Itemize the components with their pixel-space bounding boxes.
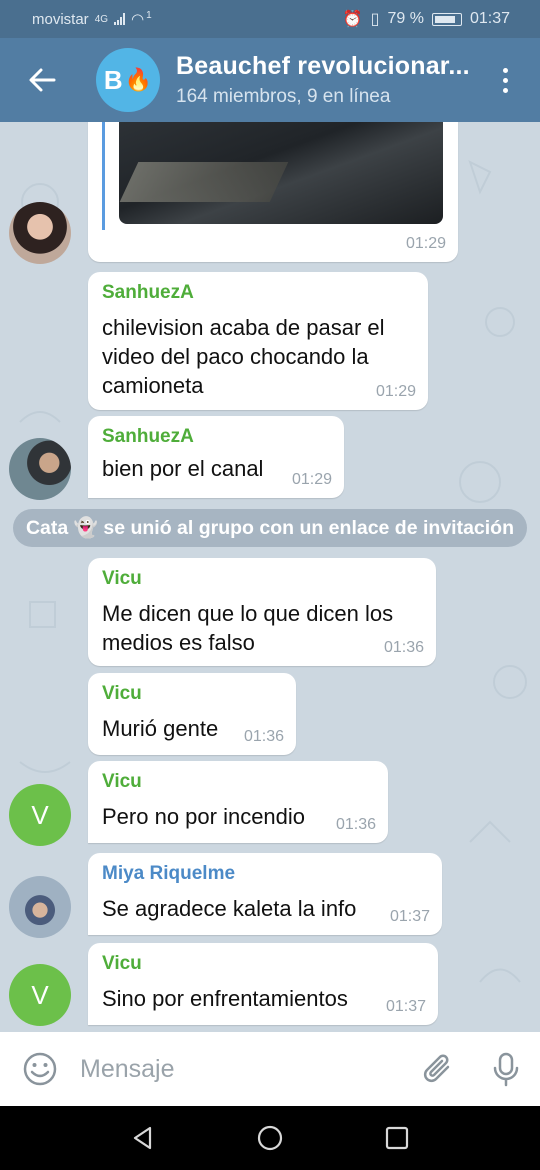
sender-name[interactable]: Vicu bbox=[102, 771, 142, 793]
nav-recents-button[interactable] bbox=[367, 1108, 427, 1168]
video-thumbnail[interactable] bbox=[119, 122, 443, 224]
battery-icon bbox=[431, 12, 462, 26]
chat-header: B 🔥 Beauchef revolucionar... 164 miembro… bbox=[0, 38, 540, 122]
mic-icon bbox=[493, 1052, 519, 1087]
wifi-level: 1 bbox=[146, 9, 152, 21]
sender-avatar-photo-miya[interactable] bbox=[9, 876, 71, 938]
message-time: 01:29 bbox=[291, 471, 332, 488]
attach-icon bbox=[423, 1054, 450, 1083]
nav-back-button[interactable] bbox=[113, 1108, 173, 1168]
sender-name[interactable]: Vicu bbox=[102, 953, 142, 975]
message-time: 01:29 bbox=[375, 383, 416, 400]
nav-recents-icon bbox=[385, 1126, 408, 1150]
sender-avatar-letter[interactable]: V bbox=[9, 964, 71, 1026]
sender-avatar-photo-man[interactable] bbox=[9, 438, 71, 500]
service-message-join: Cata 👻 se unió al grupo con un enlace de… bbox=[13, 509, 527, 547]
emoji-icon bbox=[23, 1052, 57, 1086]
more-options-button[interactable] bbox=[470, 38, 540, 122]
message-time: 01:29 bbox=[405, 235, 446, 252]
system-nav-bar bbox=[0, 1106, 540, 1170]
message-text: Se agradece kaleta la info bbox=[102, 896, 357, 921]
message-text: Pero no por incendio bbox=[102, 804, 306, 829]
message-bubble[interactable]: Vicu Sino por enfrentamientos 01:37 bbox=[88, 943, 438, 1025]
message-input[interactable] bbox=[80, 1044, 404, 1094]
group-avatar-initial: B bbox=[103, 64, 123, 95]
sender-avatar-letter[interactable]: V bbox=[9, 784, 71, 846]
voice-record-button[interactable] bbox=[472, 1032, 540, 1106]
message-bubble[interactable]: Vicu Me dicen que lo que dicen los medio… bbox=[88, 558, 436, 666]
message-time: 01:37 bbox=[389, 908, 430, 925]
message-text: Me dicen que lo que dicen los medios es … bbox=[102, 601, 394, 655]
sender-avatar-photo-woman[interactable] bbox=[9, 202, 71, 264]
group-avatar[interactable]: B 🔥 bbox=[96, 48, 160, 112]
sender-name[interactable]: Vicu bbox=[102, 568, 142, 590]
message-bubble[interactable]: SanhuezA bien por el canal 01:29 bbox=[88, 416, 344, 498]
emoji-button[interactable] bbox=[0, 1032, 80, 1106]
reply-quote-bar bbox=[102, 122, 105, 230]
nav-home-button[interactable] bbox=[240, 1108, 300, 1168]
message-text: bien por el canal bbox=[102, 456, 264, 481]
chat-title: Beauchef revolucionar... bbox=[176, 52, 470, 80]
sender-name[interactable]: Miya Riquelme bbox=[102, 863, 235, 885]
back-arrow-icon bbox=[29, 68, 56, 92]
clock: 01:37 bbox=[469, 10, 510, 27]
message-composer bbox=[0, 1032, 540, 1106]
sender-name[interactable]: Vicu bbox=[102, 683, 142, 705]
message-bubble[interactable]: Miya Riquelme Se agradece kaleta la info… bbox=[88, 853, 442, 935]
wifi-icon: ◠ bbox=[131, 11, 145, 28]
message-bubble[interactable]: Vicu Murió gente 01:36 bbox=[88, 673, 296, 755]
battery-percent: 79 % bbox=[387, 10, 424, 27]
network-type: 4G bbox=[94, 13, 109, 25]
carrier-name: movistar bbox=[32, 10, 89, 28]
chat-title-block[interactable]: Beauchef revolucionar... 164 miembros, 9… bbox=[176, 52, 470, 108]
chat-subtitle: 164 miembros, 9 en línea bbox=[176, 86, 391, 107]
sender-name[interactable]: SanhuezA bbox=[102, 426, 194, 448]
group-avatar-emoji: 🔥 bbox=[124, 67, 153, 92]
alarm-icon: ⏰ bbox=[342, 11, 363, 28]
nav-back-icon bbox=[134, 1126, 152, 1150]
more-vert-icon bbox=[502, 67, 508, 93]
message-text: Murió gente bbox=[102, 716, 219, 741]
attach-button[interactable] bbox=[404, 1032, 472, 1106]
status-left: movistar 4G ◠ 1 bbox=[32, 9, 152, 29]
chat-area[interactable]: 01:29 SanhuezA chilevision acaba de pasa… bbox=[0, 122, 540, 1032]
message-bubble[interactable]: Vicu Pero no por incendio 01:36 bbox=[88, 761, 388, 843]
message-time: 01:36 bbox=[335, 816, 376, 833]
video-thumbnail-detail bbox=[119, 162, 289, 202]
vibrate-icon: ▯ bbox=[370, 11, 380, 28]
signal-icon bbox=[114, 13, 126, 25]
message-time: 01:37 bbox=[385, 998, 426, 1015]
nav-home-icon bbox=[257, 1125, 283, 1151]
back-button[interactable] bbox=[0, 38, 84, 122]
message-time: 01:36 bbox=[243, 728, 284, 745]
message-text: chilevision acaba de pasar el video del … bbox=[102, 315, 385, 398]
message-text: Sino por enfrentamientos bbox=[102, 986, 348, 1011]
media-message-bubble[interactable]: 01:29 bbox=[88, 122, 458, 262]
sender-name[interactable]: SanhuezA bbox=[102, 282, 194, 304]
message-bubble[interactable]: SanhuezA chilevision acaba de pasar el v… bbox=[88, 272, 428, 410]
status-bar: movistar 4G ◠ 1 ⏰ ▯ 79 % 01:37 bbox=[0, 0, 540, 38]
status-right: ⏰ ▯ 79 % 01:37 bbox=[343, 9, 510, 29]
message-time: 01:36 bbox=[383, 639, 424, 656]
